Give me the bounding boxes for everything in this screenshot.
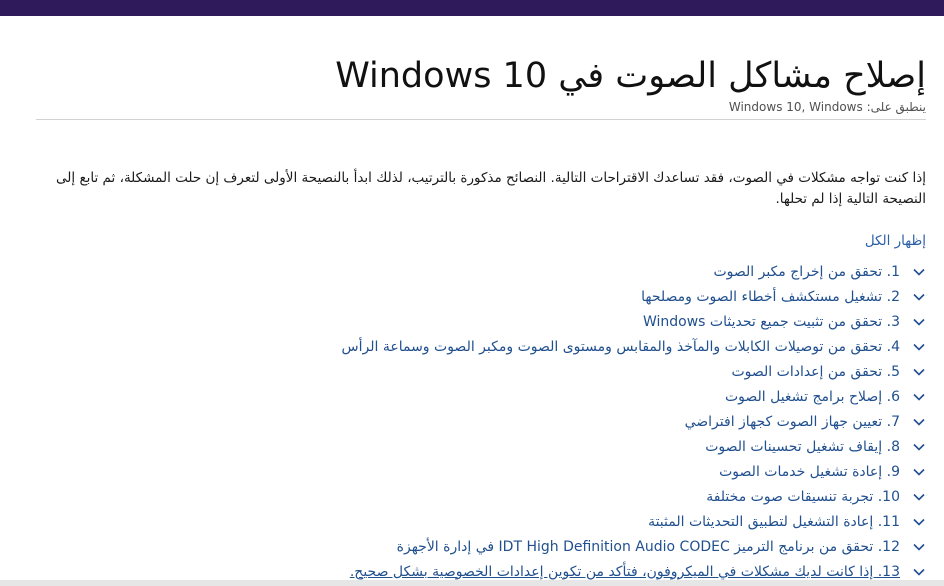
- list-item[interactable]: 5. تحقق من إعدادات الصوت: [200, 359, 926, 384]
- list-item[interactable]: 6. إصلاح برامج تشغيل الصوت: [200, 384, 926, 409]
- list-item-label[interactable]: 6. إصلاح برامج تشغيل الصوت: [725, 388, 900, 406]
- applies-to-value: Windows 10, Windows: [728, 100, 863, 114]
- chevron-down-icon[interactable]: [912, 415, 926, 429]
- top-bar: [0, 0, 944, 16]
- list-item-label[interactable]: 7. تعيين جهاز الصوت كجهاز افتراضي: [685, 413, 900, 431]
- list-item[interactable]: 2. تشغيل مستكشف أخطاء الصوت ومصلحها: [200, 284, 926, 309]
- list-item[interactable]: 11. إعادة التشغيل لتطبيق التحديثات المثب…: [200, 509, 926, 534]
- chevron-down-icon[interactable]: [912, 390, 926, 404]
- chevron-down-icon[interactable]: [912, 515, 926, 529]
- list-item-label[interactable]: 11. إعادة التشغيل لتطبيق التحديثات المثب…: [648, 513, 900, 531]
- list-item-label[interactable]: 8. إيقاف تشغيل تحسينات الصوت: [705, 438, 900, 456]
- list-item[interactable]: 8. إيقاف تشغيل تحسينات الصوت: [200, 434, 926, 459]
- list-item-label[interactable]: 10. تجربة تنسيقات صوت مختلفة: [706, 488, 900, 506]
- applies-to-label: ينطبق على:: [866, 100, 926, 114]
- chevron-down-icon[interactable]: [912, 490, 926, 504]
- list-item[interactable]: 12. تحقق من برنامج الترميز IDT High Defi…: [200, 534, 926, 559]
- list-item-label[interactable]: 9. إعادة تشغيل خدمات الصوت: [719, 463, 900, 481]
- page: إصلاح مشاكل الصوت في Windows 10 ينطبق عل…: [0, 0, 944, 586]
- applies-to: ينطبق على: Windows 10, Windows: [729, 100, 926, 114]
- list-item[interactable]: 3. تحقق من تثبيت جميع تحديثات Windows: [200, 309, 926, 334]
- list-item[interactable]: 1. تحقق من إخراج مكبر الصوت: [200, 259, 926, 284]
- list-item-label[interactable]: 3. تحقق من تثبيت جميع تحديثات Windows: [643, 313, 900, 331]
- page-title: إصلاح مشاكل الصوت في Windows 10: [335, 56, 926, 96]
- intro-text: إذا كنت تواجه مشكلات في الصوت، فقد تساعد…: [56, 170, 926, 207]
- list-item-label[interactable]: 12. تحقق من برنامج الترميز IDT High Defi…: [397, 538, 900, 556]
- chevron-down-icon[interactable]: [912, 315, 926, 329]
- divider: [36, 119, 926, 120]
- chevron-down-icon[interactable]: [912, 290, 926, 304]
- chevron-down-icon[interactable]: [912, 440, 926, 454]
- chevron-down-icon[interactable]: [912, 540, 926, 554]
- chevron-down-icon[interactable]: [912, 365, 926, 379]
- horizontal-scrollbar[interactable]: [0, 580, 944, 586]
- list-item[interactable]: 4. تحقق من توصيلات الكابلات والمآخذ والم…: [200, 334, 926, 359]
- list-item-label[interactable]: 13. إذا كانت لديك مشكلات في الميكروفون، …: [350, 563, 900, 581]
- list-item-label[interactable]: 5. تحقق من إعدادات الصوت: [731, 363, 900, 381]
- list-item-label[interactable]: 2. تشغيل مستكشف أخطاء الصوت ومصلحها: [641, 288, 900, 306]
- chevron-down-icon[interactable]: [912, 340, 926, 354]
- list-item[interactable]: 10. تجربة تنسيقات صوت مختلفة: [200, 484, 926, 509]
- chevron-down-icon[interactable]: [912, 465, 926, 479]
- list-item[interactable]: 7. تعيين جهاز الصوت كجهاز افتراضي: [200, 409, 926, 434]
- list-item-label[interactable]: 1. تحقق من إخراج مكبر الصوت: [713, 263, 900, 281]
- chevron-down-icon[interactable]: [912, 265, 926, 279]
- list-item-label[interactable]: 4. تحقق من توصيلات الكابلات والمآخذ والم…: [342, 338, 900, 356]
- list-item[interactable]: 9. إعادة تشغيل خدمات الصوت: [200, 459, 926, 484]
- troubleshoot-list: 1. تحقق من إخراج مكبر الصوت 2. تشغيل مستك…: [200, 259, 926, 584]
- chevron-down-icon[interactable]: [912, 565, 926, 579]
- expand-all-link[interactable]: إظهار الكل: [865, 232, 926, 250]
